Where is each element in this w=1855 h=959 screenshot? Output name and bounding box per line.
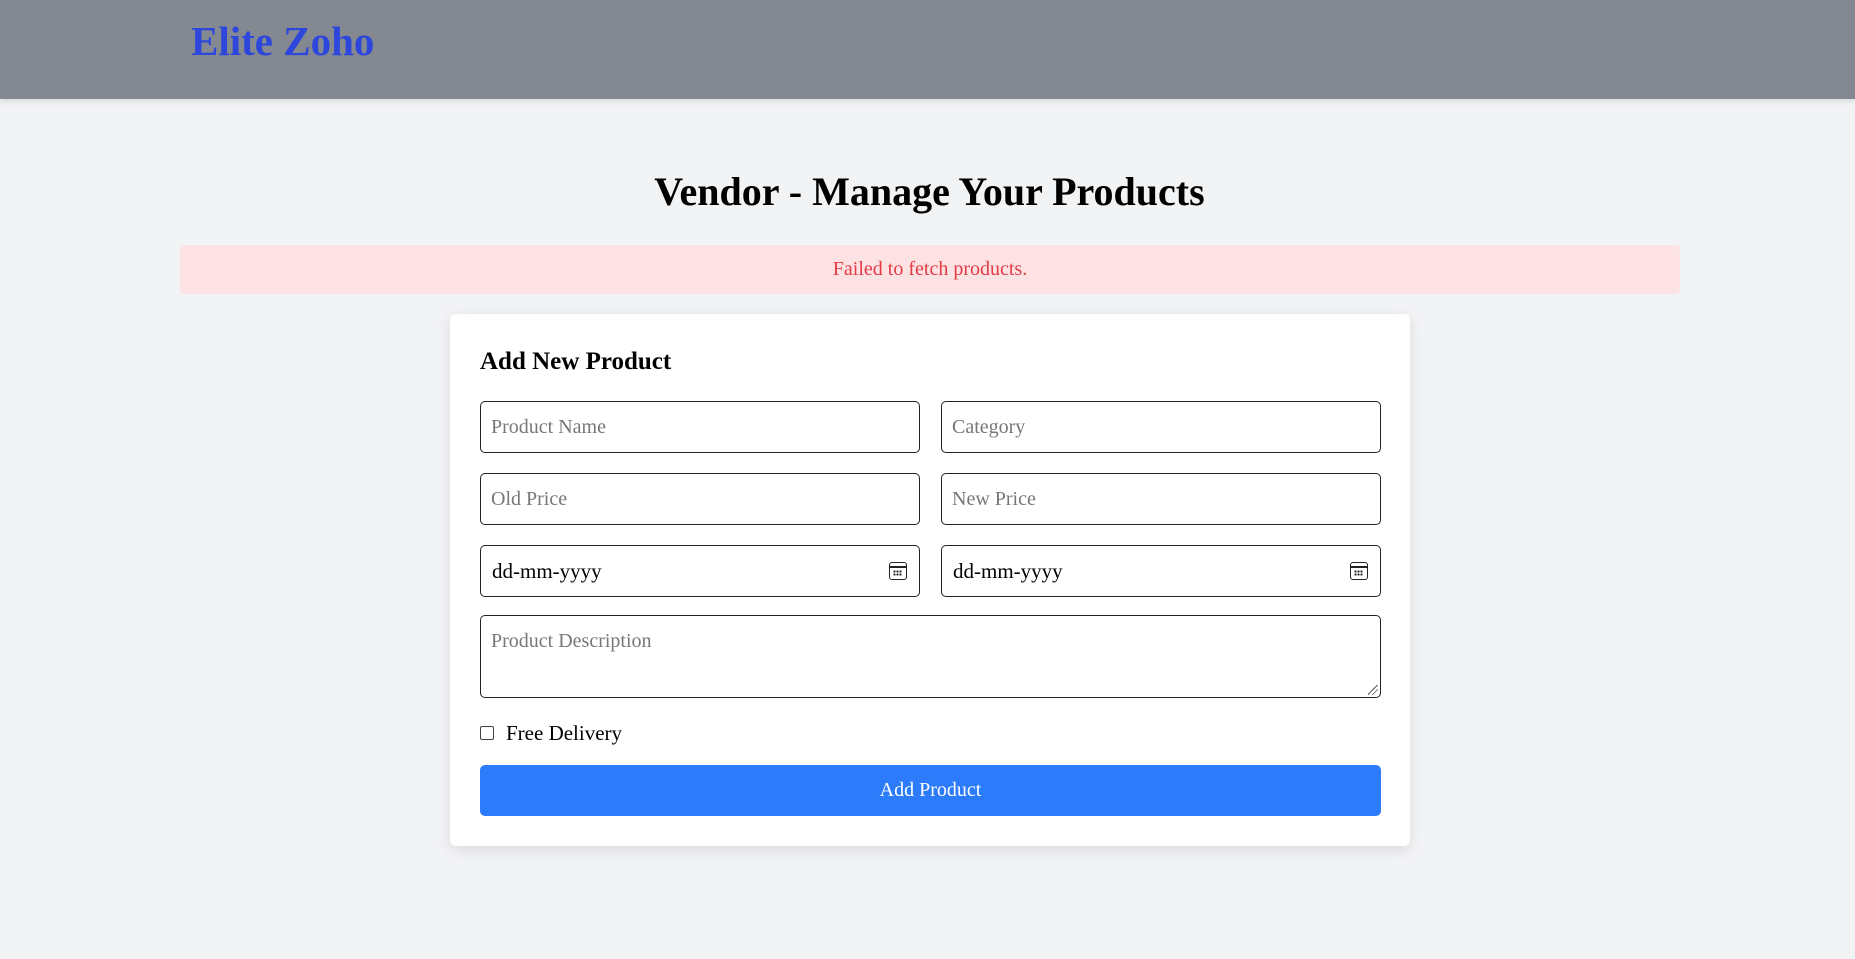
category-input[interactable] (941, 401, 1381, 453)
end-date-input[interactable]: dd-mm-yyyy (941, 545, 1381, 597)
calendar-icon[interactable] (889, 562, 907, 580)
navbar: Elite Zoho (0, 0, 1855, 99)
free-delivery-label: Free Delivery (506, 721, 623, 745)
page-title: Vendor - Manage Your Products (654, 169, 1205, 214)
add-product-card: Add New Product dd-mm-yyyy dd-mm-yyyy Fr… (450, 314, 1410, 846)
product-description-textarea[interactable] (480, 615, 1381, 698)
form-title: Add New Product (480, 348, 672, 375)
brand-logo[interactable]: Elite Zoho (191, 18, 374, 64)
calendar-icon[interactable] (1350, 562, 1368, 580)
error-banner: Failed to fetch products. (180, 245, 1680, 294)
free-delivery-option[interactable]: Free Delivery (480, 720, 622, 746)
start-date-input[interactable]: dd-mm-yyyy (480, 545, 920, 597)
new-price-input[interactable] (941, 473, 1381, 525)
product-name-input[interactable] (480, 401, 920, 453)
end-date-value: dd-mm-yyyy (953, 559, 1063, 583)
old-price-input[interactable] (480, 473, 920, 525)
free-delivery-checkbox[interactable] (480, 726, 494, 740)
add-product-button[interactable]: Add Product (480, 765, 1381, 816)
resize-grip-icon[interactable] (1368, 685, 1378, 695)
start-date-value: dd-mm-yyyy (492, 559, 602, 583)
